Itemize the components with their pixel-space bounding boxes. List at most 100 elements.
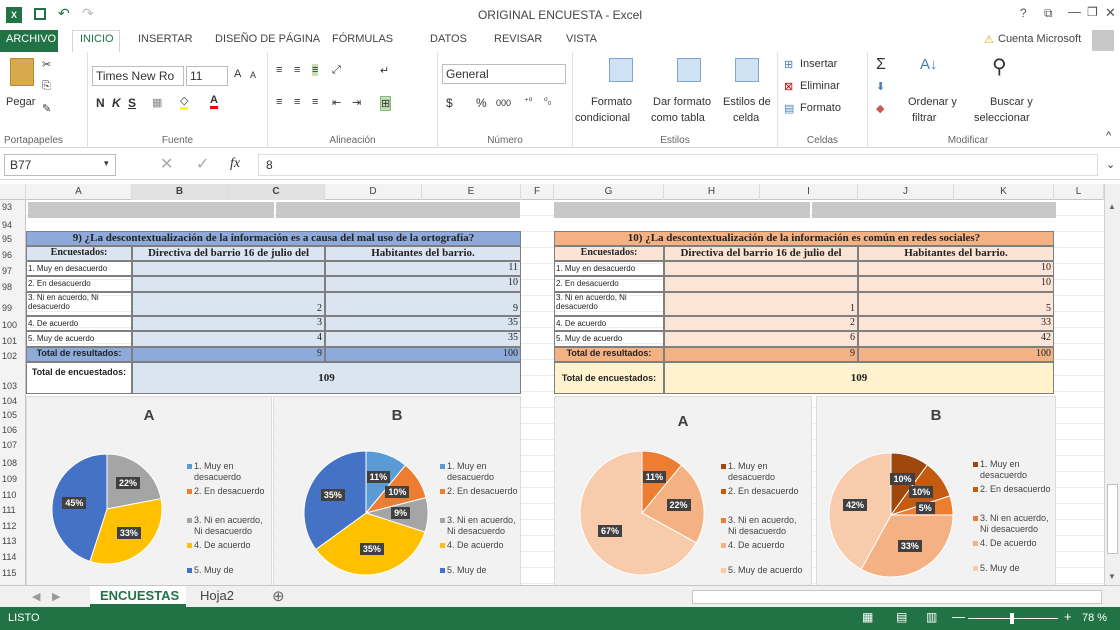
table1-row-label[interactable]: 1. Muy en desacuerdo bbox=[26, 261, 132, 276]
column-header[interactable]: F bbox=[521, 184, 554, 200]
indent-icon[interactable]: ⇤ bbox=[332, 96, 341, 109]
format-button[interactable]: Formato bbox=[800, 102, 841, 114]
cut-icon[interactable]: ✂ bbox=[42, 58, 51, 71]
find-button-2[interactable]: seleccionar bbox=[974, 112, 1030, 124]
table2-row-label[interactable]: 3. Ni en acuerdo, Ni desacuerdo bbox=[554, 292, 664, 316]
outdent-icon[interactable]: ⇥ bbox=[352, 96, 361, 109]
format-painter-icon[interactable]: ✎ bbox=[42, 102, 51, 115]
account-name[interactable]: Cuenta Microsoft bbox=[998, 33, 1081, 45]
table1-row-directiva[interactable]: 4 bbox=[132, 331, 325, 347]
horizontal-scrollbar[interactable] bbox=[692, 590, 1102, 604]
table2-header-encuestados[interactable]: Encuestados: bbox=[554, 246, 664, 261]
row-header[interactable]: 94 bbox=[0, 220, 25, 230]
minimize-icon[interactable]: — bbox=[1068, 4, 1081, 19]
cancel-icon[interactable]: ✕ bbox=[160, 154, 173, 174]
table1-row-directiva[interactable]: 2 bbox=[132, 292, 325, 316]
align-left-icon[interactable]: ≡ bbox=[276, 96, 282, 108]
prev-sheet-icon[interactable]: ◀ bbox=[32, 590, 40, 603]
table1-header-encuestados[interactable]: Encuestados: bbox=[26, 246, 132, 261]
normal-view-icon[interactable]: ▦ bbox=[862, 610, 873, 624]
table1-row-label[interactable]: 2. En desacuerdo bbox=[26, 276, 132, 292]
page-layout-icon[interactable]: ▤ bbox=[896, 610, 907, 624]
chart-4[interactable]: B 10% 10% 5% 33% 42% 1. Muy en desacuerdo 2.… bbox=[816, 396, 1056, 585]
table2-header-directiva[interactable]: Directiva del barrio 16 de julio del bbox=[664, 246, 858, 261]
paste-icon[interactable] bbox=[10, 58, 34, 86]
chart-2[interactable]: B 11% 10% 9% 35% 35% 1. Muy en desacuerdo 2.… bbox=[273, 396, 521, 585]
row-header[interactable]: 107 bbox=[0, 440, 25, 450]
cell-styles-button[interactable]: Estilos de bbox=[723, 96, 771, 108]
column-header[interactable]: K bbox=[954, 184, 1054, 200]
tab-diseno[interactable]: DISEÑO DE PÁGINA bbox=[215, 33, 320, 45]
row-header[interactable]: 111 bbox=[0, 505, 25, 515]
row-header[interactable]: 114 bbox=[0, 552, 25, 562]
tab-archivo-label[interactable]: ARCHIVO bbox=[6, 33, 56, 45]
align-bottom-icon[interactable]: ≡ bbox=[312, 64, 319, 76]
table2-row-directiva[interactable] bbox=[664, 276, 858, 292]
table2-row-directiva[interactable]: 1 bbox=[664, 292, 858, 316]
italic-button[interactable]: K bbox=[112, 96, 121, 110]
next-sheet-icon[interactable]: ▶ bbox=[52, 590, 60, 603]
table1-encuestados-label[interactable]: Total de encuestados: bbox=[26, 362, 132, 394]
wrap-text-icon[interactable]: ↵ bbox=[380, 64, 389, 77]
table1-row-habitantes[interactable]: 9 bbox=[325, 292, 521, 316]
column-header[interactable]: A bbox=[26, 184, 132, 200]
add-sheet-icon[interactable]: ⊕ bbox=[272, 587, 285, 605]
table1-encuestados-value[interactable]: 109 bbox=[132, 362, 521, 394]
table-format-icon[interactable] bbox=[677, 58, 701, 82]
column-header[interactable]: G bbox=[554, 184, 664, 200]
merge-icon[interactable]: ⊞ bbox=[380, 96, 392, 111]
increase-decimal-icon[interactable]: ⁺⁰ bbox=[524, 96, 532, 107]
zoom-out-icon[interactable]: — bbox=[952, 609, 965, 624]
table2-row-label[interactable]: 4. De acuerdo bbox=[554, 316, 664, 331]
insert-function-icon[interactable]: fx bbox=[230, 156, 240, 172]
row-header[interactable]: 96 bbox=[0, 250, 25, 260]
fill-color-icon[interactable]: ◇ bbox=[180, 94, 189, 110]
row-header[interactable]: 95 bbox=[0, 234, 25, 244]
scroll-thumb[interactable] bbox=[1107, 484, 1118, 554]
clear-icon[interactable]: ◆ bbox=[876, 102, 884, 115]
insert-button[interactable]: Insertar bbox=[800, 58, 837, 70]
close-icon[interactable]: ✕ bbox=[1105, 5, 1116, 21]
row-header[interactable]: 100 bbox=[0, 320, 25, 330]
expand-formula-icon[interactable]: ⌄ bbox=[1106, 158, 1115, 171]
row-header[interactable]: 93 bbox=[0, 202, 25, 212]
chart-1[interactable]: A 22% 33% 45% 1. Muy en desacuerdo 2. En d… bbox=[26, 396, 272, 585]
align-middle-icon[interactable]: ≡ bbox=[294, 64, 300, 76]
zoom-level[interactable]: 78 % bbox=[1082, 612, 1107, 624]
row-header[interactable]: 98 bbox=[0, 282, 25, 292]
tab-insertar[interactable]: INSERTAR bbox=[138, 33, 193, 45]
align-top-icon[interactable]: ≡ bbox=[276, 64, 282, 76]
cell-styles-button-2[interactable]: celda bbox=[733, 112, 759, 124]
paste-button[interactable]: Pegar bbox=[6, 96, 35, 108]
vertical-scrollbar[interactable]: ▲ ▼ bbox=[1104, 184, 1120, 585]
row-header[interactable]: 104 bbox=[0, 396, 25, 406]
sheet-tab-label[interactable]: ENCUESTAS bbox=[100, 588, 179, 603]
table1-row-directiva[interactable] bbox=[132, 276, 325, 292]
conditional-format-button[interactable]: Formato bbox=[591, 96, 632, 108]
row-header[interactable]: 97 bbox=[0, 266, 25, 276]
column-header[interactable]: E bbox=[422, 184, 521, 200]
chart-3[interactable]: A 11% 22% 67% 1. Muy en desacuerdo 2. En d… bbox=[554, 396, 812, 585]
align-center-icon[interactable]: ≡ bbox=[294, 96, 300, 108]
row-header[interactable]: 112 bbox=[0, 521, 25, 531]
autosum-icon[interactable]: Σ bbox=[876, 56, 886, 74]
table1-total-label[interactable]: Total de resultados: bbox=[26, 347, 132, 362]
table1-row-label[interactable]: 3. Ni en acuerdo, Ni desacuerdo bbox=[26, 292, 132, 316]
font-color-icon[interactable]: A bbox=[210, 94, 218, 109]
table2-encuestados-label[interactable]: Total de encuestados: bbox=[554, 362, 664, 394]
restore-icon[interactable]: ⧉ bbox=[1044, 6, 1053, 21]
currency-button[interactable]: $ bbox=[446, 96, 453, 110]
orientation-icon[interactable]: ⤢ bbox=[332, 64, 341, 77]
row-header[interactable]: 106 bbox=[0, 425, 25, 435]
maximize-icon[interactable]: ❐ bbox=[1087, 5, 1098, 19]
table1-row-directiva[interactable] bbox=[132, 261, 325, 276]
find-icon[interactable]: ⚲ bbox=[992, 54, 1007, 79]
fill-icon[interactable]: ⬇ bbox=[876, 80, 885, 93]
table-format-button[interactable]: Dar formato bbox=[653, 96, 711, 108]
collapse-ribbon-icon[interactable]: ^ bbox=[1106, 130, 1111, 142]
table2-row-label[interactable]: 1. Muy en desacuerdo bbox=[554, 261, 664, 276]
row-header[interactable]: 109 bbox=[0, 474, 25, 484]
row-header[interactable]: 103 bbox=[0, 381, 25, 391]
row-header[interactable]: 113 bbox=[0, 536, 25, 546]
table1-row-label[interactable]: 5. Muy de acuerdo bbox=[26, 331, 132, 347]
